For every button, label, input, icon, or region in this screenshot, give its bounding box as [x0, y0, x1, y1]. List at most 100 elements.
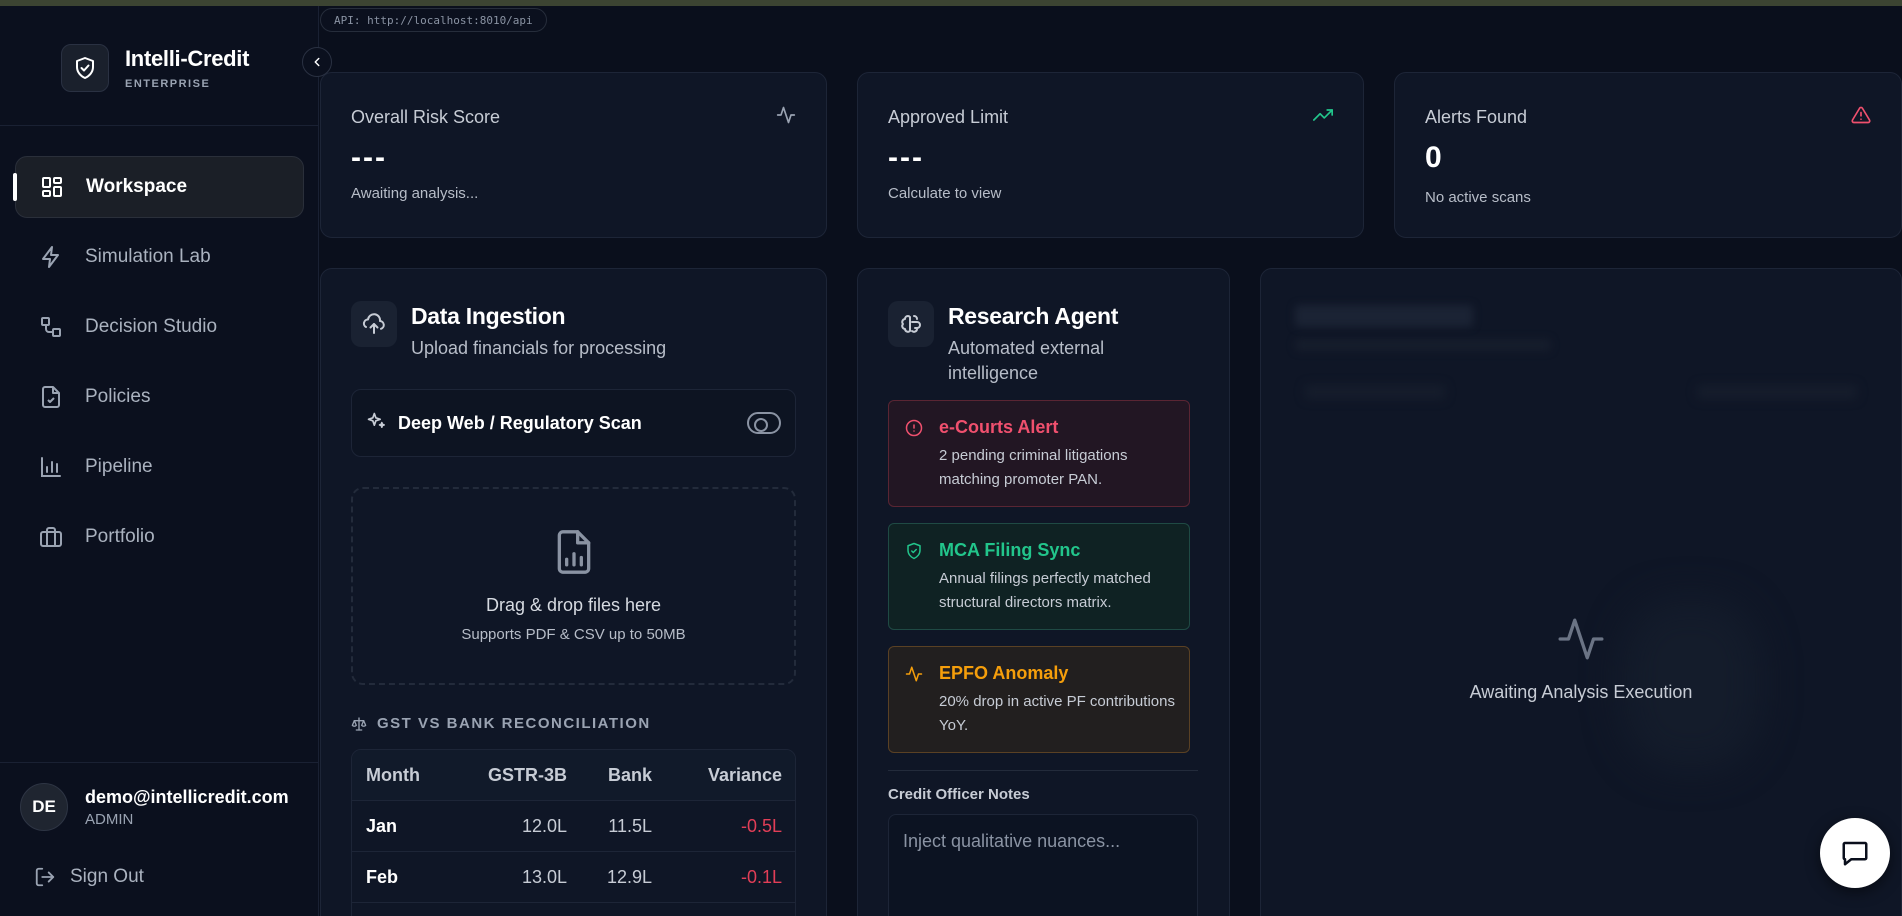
sidebar-nav: Workspace Simulation Lab Decision Studio… [13, 156, 304, 576]
table-cell: -0.1L [740, 866, 782, 887]
lightning-icon [39, 245, 63, 269]
stat-value: --- [888, 141, 924, 174]
brand-name: Intelli-Credit [125, 46, 250, 71]
stat-title: Alerts Found [1425, 107, 1528, 127]
reconciliation-title: GST VS BANK RECONCILIATION [377, 715, 651, 732]
sidebar-item-label: Decision Studio [85, 316, 218, 337]
user-profile[interactable]: DE demo@intellicredit.com ADMIN [20, 783, 289, 831]
analysis-panel: Awaiting Analysis Execution [1260, 268, 1902, 916]
panel-subtitle: Automated external intelligence [948, 338, 1105, 383]
deep-web-scan-row: Deep Web / Regulatory Scan [351, 389, 796, 457]
sidebar-item-label: Policies [85, 386, 151, 407]
sidebar-divider [0, 125, 319, 126]
table-cell: 13.0L [521, 866, 567, 887]
alert-title: MCA Filing Sync [939, 540, 1081, 560]
reconciliation-table: Month GSTR-3B Bank Variance Jan 12.0L 11… [351, 749, 796, 916]
stat-subtext: Awaiting analysis... [351, 185, 479, 202]
activity-icon [1261, 614, 1901, 664]
table-row [352, 903, 795, 916]
alert-title: e-Courts Alert [939, 417, 1059, 437]
alert-card-ecourts[interactable]: e-Courts Alert 2 pending criminal litiga… [888, 400, 1190, 507]
sidebar-item-label: Portfolio [85, 526, 155, 547]
column-header: Bank [607, 764, 652, 785]
table-cell: Feb [366, 866, 399, 887]
avatar: DE [20, 783, 68, 831]
stat-title: Overall Risk Score [351, 107, 501, 127]
brand[interactable]: Intelli-Credit ENTERPRISE [61, 44, 249, 92]
research-agent-panel: Research Agent Automated external intell… [857, 268, 1230, 916]
table-cell: Jan [366, 815, 398, 836]
dropzone-title: Drag & drop files here [485, 595, 662, 615]
column-header: Variance [707, 764, 782, 785]
bar-chart-icon [39, 455, 63, 479]
document-check-icon [39, 385, 63, 409]
panel-title: Research Agent [948, 303, 1119, 329]
alert-card-mca[interactable]: MCA Filing Sync Annual filings perfectly… [888, 523, 1190, 630]
alert-circle-icon [905, 419, 923, 442]
scan-toggle[interactable] [747, 412, 781, 434]
blurred-subtitle-placeholder [1295, 339, 1551, 351]
api-endpoint-badge: API: http://localhost:8010/api [320, 8, 547, 32]
sidebar-item-label: Workspace [86, 176, 188, 197]
reconciliation-heading: GST VS BANK RECONCILIATION [351, 715, 651, 732]
table-row: Jan 12.0L 11.5L -0.5L [352, 801, 795, 852]
sidebar-item-pipeline[interactable]: Pipeline [15, 436, 304, 498]
sidebar-item-label: Pipeline [85, 456, 153, 477]
alert-text: Annual filings perfectly matched structu… [939, 570, 1151, 611]
table-header-row: Month GSTR-3B Bank Variance [352, 750, 795, 801]
stat-card-approved-limit: Approved Limit --- Calculate to view [857, 72, 1364, 238]
panel-subtitle: Upload financials for processing [411, 338, 667, 358]
grid-icon [40, 175, 64, 199]
awaiting-analysis-state: Awaiting Analysis Execution [1261, 614, 1901, 703]
sign-out-label: Sign Out [70, 866, 144, 887]
chat-button[interactable] [1820, 818, 1890, 888]
chat-bubble-icon [1842, 841, 1868, 866]
blurred-control-placeholder [1697, 385, 1857, 399]
sparkles-icon [366, 411, 386, 436]
panel-title: Data Ingestion [411, 303, 566, 329]
chevron-left-icon [314, 57, 320, 67]
stat-card-risk-score: Overall Risk Score --- Awaiting analysis… [320, 72, 827, 238]
trending-up-icon [1313, 105, 1333, 130]
sign-out-button[interactable]: Sign Out [34, 866, 144, 888]
cloud-upload-icon [351, 301, 397, 347]
alert-title: EPFO Anomaly [939, 663, 1069, 683]
shield-logo-icon [61, 44, 109, 92]
data-ingestion-panel: Data Ingestion Upload financials for pro… [320, 268, 827, 916]
collapse-sidebar-button[interactable] [302, 47, 332, 77]
notes-divider [888, 770, 1198, 771]
sidebar-item-decision-studio[interactable]: Decision Studio [15, 296, 304, 358]
table-row: Feb 13.0L 12.9L -0.1L [352, 852, 795, 903]
stat-card-alerts-found: Alerts Found 0 No active scans [1394, 72, 1902, 238]
blurred-control-placeholder [1305, 385, 1445, 399]
brand-tier: ENTERPRISE [125, 78, 211, 90]
user-role: ADMIN [85, 810, 134, 828]
brain-icon [888, 301, 934, 347]
shield-check-icon [905, 542, 923, 565]
column-header: Month [366, 764, 420, 785]
scan-label: Deep Web / Regulatory Scan [398, 412, 642, 433]
sidebar-item-portfolio[interactable]: Portfolio [15, 506, 304, 568]
credit-officer-notes-input[interactable]: Inject qualitative nuances... [888, 814, 1198, 916]
notes-label: Credit Officer Notes [888, 786, 1030, 803]
file-chart-icon [353, 527, 794, 577]
stat-subtext: Calculate to view [888, 185, 1002, 202]
activity-icon [905, 665, 923, 688]
user-email: demo@intellicredit.com [85, 786, 289, 807]
table-cell: -0.5L [740, 815, 782, 836]
stat-value: --- [351, 141, 387, 174]
table-cell: 12.9L [606, 866, 652, 887]
file-dropzone[interactable]: Drag & drop files here Supports PDF & CS… [351, 487, 796, 685]
sidebar-item-simulation-lab[interactable]: Simulation Lab [15, 226, 304, 288]
sidebar-divider [0, 762, 319, 763]
sidebar-item-workspace[interactable]: Workspace [13, 156, 304, 218]
sidebar-item-policies[interactable]: Policies [15, 366, 304, 428]
stat-value: 0 [1425, 141, 1444, 174]
alert-triangle-icon [1851, 105, 1871, 130]
log-out-icon [34, 866, 56, 888]
table-cell: 11.5L [608, 815, 652, 836]
scale-icon [351, 716, 367, 732]
alert-card-epfo[interactable]: EPFO Anomaly 20% drop in active PF contr… [888, 646, 1190, 753]
stat-subtext: No active scans [1425, 189, 1531, 206]
briefcase-icon [39, 525, 63, 549]
